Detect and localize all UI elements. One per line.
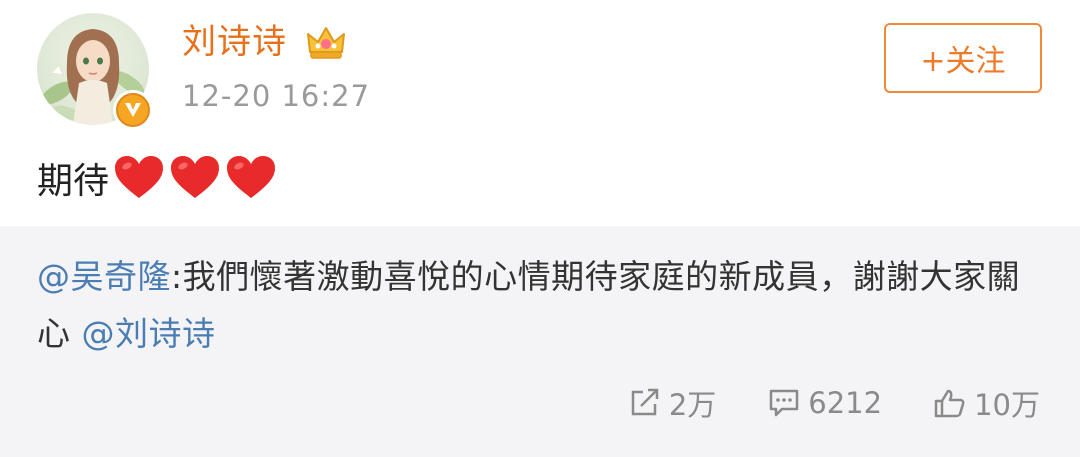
repost-author-mention[interactable]: @吴奇隆 — [37, 257, 171, 296]
comment-icon — [770, 389, 799, 417]
post-text: 期待 — [37, 161, 110, 202]
vip-crown-icon — [306, 24, 346, 62]
heart-icon — [225, 154, 277, 202]
like-button[interactable]: 10万 — [934, 382, 1040, 424]
repost-button[interactable]: 2万 — [629, 382, 716, 424]
repost-text: @吴奇隆:我們懷著激動喜悅的心情期待家庭的新成員，謝謝大家關心 @刘诗诗 — [37, 248, 1037, 362]
heart-icon — [113, 154, 165, 202]
repost-icon — [631, 388, 659, 416]
thumbs-up-icon — [934, 389, 965, 418]
repost-separator: : — [171, 257, 183, 296]
like-count: 10万 — [974, 388, 1040, 422]
heart-icon — [169, 154, 221, 202]
post-content: 期待 — [37, 150, 277, 206]
author-name[interactable]: 刘诗诗 — [182, 20, 287, 64]
post-timestamp: 12-20 16:27 — [182, 79, 371, 113]
follow-button[interactable]: +关注 — [884, 23, 1042, 93]
avatar[interactable] — [37, 13, 153, 130]
repost-count: 2万 — [668, 388, 717, 422]
verified-badge-icon — [113, 90, 153, 130]
weibo-post-card: 刘诗诗 12-20 16:27 +关注 期待 @吴奇隆:我們懷著激動喜悅的心情期… — [0, 0, 1080, 457]
reposted-content[interactable]: @吴奇隆:我們懷著激動喜悅的心情期待家庭的新成員，謝謝大家關心 @刘诗诗 2万 — [0, 226, 1080, 457]
action-bar: 2万 6212 10万 — [577, 378, 1040, 428]
mention-tag[interactable]: @刘诗诗 — [82, 314, 216, 353]
comment-count: 6212 — [808, 386, 883, 420]
comment-button[interactable]: 6212 — [768, 386, 882, 420]
